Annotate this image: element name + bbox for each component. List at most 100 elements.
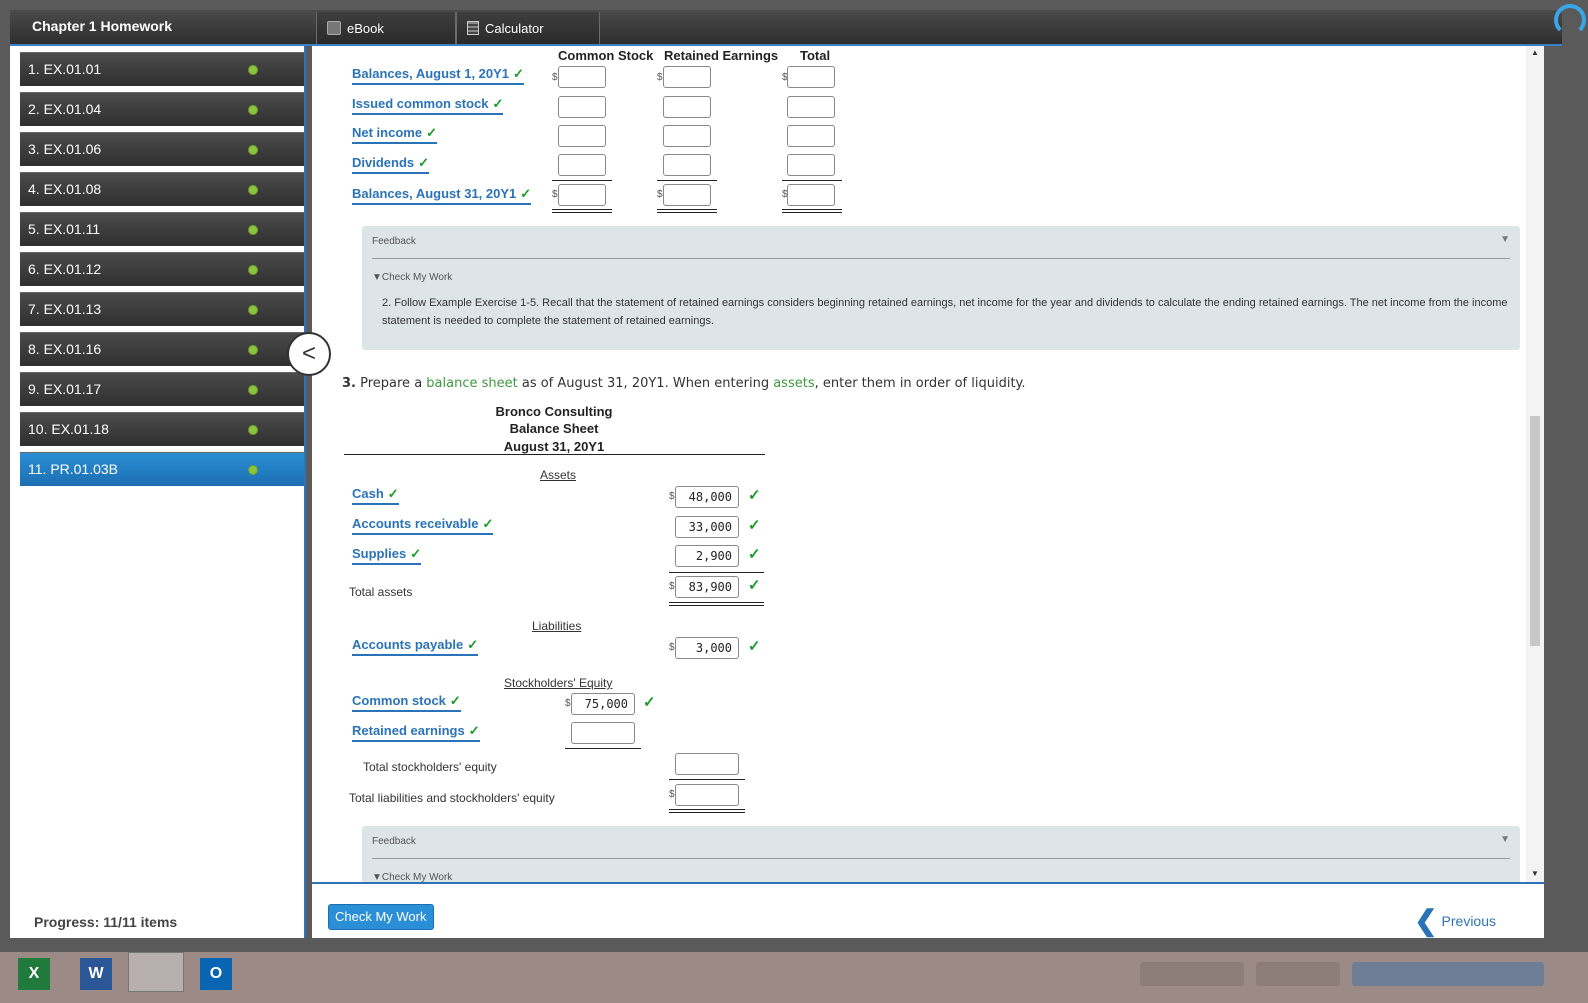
common-stock-input[interactable]: 75,000 xyxy=(571,693,635,715)
total-double-line xyxy=(657,209,717,213)
check-mark-icon: ✓ xyxy=(426,125,437,140)
collapse-caret-icon[interactable]: ▼ xyxy=(1500,234,1510,245)
feedback-panel: Feedback ▼ ▼Check My Work 2. Follow Exam… xyxy=(362,226,1520,350)
equity-input-re-netincome[interactable] xyxy=(663,125,711,147)
sidebar-item-q8[interactable]: 8. EX.01.16 xyxy=(20,332,304,366)
accounts-payable-input[interactable]: 3,000 xyxy=(675,637,739,659)
sidebar-item-q10[interactable]: 10. EX.01.18 xyxy=(20,412,304,446)
top-bar: Chapter 1 Homework eBook Calculator xyxy=(10,10,1562,46)
feedback-text: 2. Follow Example Exercise 1-5. Recall t… xyxy=(382,297,1508,327)
taskbar-button[interactable] xyxy=(1352,962,1544,986)
os-taskbar: X W O xyxy=(0,952,1588,1003)
check-circle-icon xyxy=(248,465,258,475)
sidebar-item-label: 11. PR.01.03B xyxy=(28,461,119,477)
statement-title: Balance Sheet xyxy=(509,421,599,436)
support-headset-icon[interactable] xyxy=(1554,4,1586,36)
equity-input-total-dividends[interactable] xyxy=(787,154,835,176)
equity-input-re-aug31[interactable] xyxy=(663,184,711,206)
check-mark-icon: ✓ xyxy=(449,693,461,708)
scroll-down-icon[interactable]: ▼ xyxy=(1531,869,1539,878)
equity-input-re-dividends[interactable] xyxy=(663,154,711,176)
check-my-work-button[interactable]: Check My Work xyxy=(328,904,434,930)
camera-app-icon[interactable] xyxy=(128,952,184,992)
sidebar-item-q9[interactable]: 9. EX.01.17 xyxy=(20,372,304,406)
total-double-line xyxy=(552,209,612,213)
check-circle-icon xyxy=(248,105,258,115)
content-scrollbar[interactable]: ▲ ▼ xyxy=(1526,46,1544,882)
equity-input-cs-netincome[interactable] xyxy=(558,125,606,147)
sidebar-item-q6[interactable]: 6. EX.01.12 xyxy=(20,252,304,286)
equity-input-total-aug1[interactable] xyxy=(787,66,835,88)
collapse-sidebar-button[interactable]: < xyxy=(287,332,331,376)
dollar-sign: $ xyxy=(669,789,675,800)
sidebar-item-q11[interactable]: 11. PR.01.03B xyxy=(20,452,304,486)
collapse-caret-icon[interactable]: ▼ xyxy=(1500,834,1510,845)
check-circle-icon xyxy=(248,225,258,235)
subtotal-line xyxy=(669,572,764,573)
equity-input-cs-aug31[interactable] xyxy=(558,184,606,206)
heading-rule xyxy=(344,454,765,455)
check-mark-icon: ✓ xyxy=(748,577,761,594)
tab-ebook[interactable]: eBook xyxy=(316,12,456,44)
equity-input-total-aug31[interactable] xyxy=(787,184,835,206)
glossary-link-balance-sheet[interactable]: balance sheet xyxy=(426,376,517,391)
sidebar-item-label: 7. EX.01.13 xyxy=(28,301,102,317)
total-liabilities-se-input[interactable] xyxy=(675,784,739,806)
retained-earnings-input[interactable] xyxy=(571,722,635,744)
excel-icon[interactable]: X xyxy=(18,958,50,990)
statement-date: August 31, 20Y1 xyxy=(503,439,605,454)
equity-input-cs-dividends[interactable] xyxy=(558,154,606,176)
section-stockholders-equity: Stockholders' Equity xyxy=(504,676,613,690)
question-content: Common Stock Retained Earnings Total Bal… xyxy=(312,46,1544,882)
previous-label: Previous xyxy=(1441,912,1496,929)
total-se-input[interactable] xyxy=(675,753,739,775)
scroll-thumb[interactable] xyxy=(1530,416,1540,646)
bs-row-accounts-payable: Accounts payable ✓ xyxy=(352,637,479,656)
glossary-link-assets[interactable]: assets xyxy=(773,376,814,391)
scroll-up-icon[interactable]: ▲ xyxy=(1531,48,1539,57)
check-mark-icon: ✓ xyxy=(520,186,532,201)
question-footer: Check My Work ❮ Previous xyxy=(312,882,1544,938)
sidebar-item-q2[interactable]: 2. EX.01.04 xyxy=(20,92,304,126)
check-my-work-toggle[interactable]: ▼Check My Work xyxy=(372,272,452,283)
total-liabilities-se-label: Total liabilities and stockholders' equi… xyxy=(349,791,555,805)
total-assets-input[interactable]: 83,900 xyxy=(675,576,739,598)
sidebar-item-q5[interactable]: 5. EX.01.11 xyxy=(20,212,304,246)
check-mark-icon: ✓ xyxy=(748,546,761,563)
word-icon[interactable]: W xyxy=(80,958,112,990)
total-double-line xyxy=(669,602,764,606)
check-mark-icon: ✓ xyxy=(468,723,480,738)
tab-calculator[interactable]: Calculator xyxy=(456,12,600,44)
equity-input-re-issued[interactable] xyxy=(663,96,711,118)
previous-button[interactable]: ❮ Previous xyxy=(1414,904,1496,937)
supplies-input[interactable]: 2,900 xyxy=(675,545,739,567)
subtotal-line xyxy=(552,180,612,181)
bs-row-cash: Cash ✓ xyxy=(352,486,399,505)
check-circle-icon xyxy=(248,425,258,435)
taskbar-button[interactable] xyxy=(1256,962,1340,986)
sidebar-item-q3[interactable]: 3. EX.01.06 xyxy=(20,132,304,166)
sidebar-item-q4[interactable]: 4. EX.01.08 xyxy=(20,172,304,206)
check-mark-icon: ✓ xyxy=(387,486,399,501)
check-my-work-toggle[interactable]: ▼Check My Work xyxy=(372,872,452,882)
check-mark-icon: ✓ xyxy=(748,638,761,655)
outlook-icon[interactable]: O xyxy=(200,958,232,990)
sidebar-item-q7[interactable]: 7. EX.01.13 xyxy=(20,292,304,326)
total-assets-label: Total assets xyxy=(349,585,413,599)
chevron-left-icon: < xyxy=(301,340,316,367)
cash-input[interactable]: 48,000 xyxy=(675,486,739,508)
sidebar-item-label: 4. EX.01.08 xyxy=(28,181,102,197)
equity-input-total-issued[interactable] xyxy=(787,96,835,118)
equity-input-cs-issued[interactable] xyxy=(558,96,606,118)
sidebar-item-q1[interactable]: 1. EX.01.01 xyxy=(20,52,304,86)
sidebar-item-label: 2. EX.01.04 xyxy=(28,101,102,117)
equity-input-cs-aug1[interactable] xyxy=(558,66,606,88)
accounts-receivable-input[interactable]: 33,000 xyxy=(675,516,739,538)
equity-input-total-netincome[interactable] xyxy=(787,125,835,147)
taskbar-button[interactable] xyxy=(1140,962,1244,986)
check-circle-icon xyxy=(248,265,258,275)
dollar-sign: $ xyxy=(669,491,675,502)
book-icon xyxy=(327,21,341,35)
equity-input-re-aug1[interactable] xyxy=(663,66,711,88)
check-circle-icon xyxy=(248,65,258,75)
